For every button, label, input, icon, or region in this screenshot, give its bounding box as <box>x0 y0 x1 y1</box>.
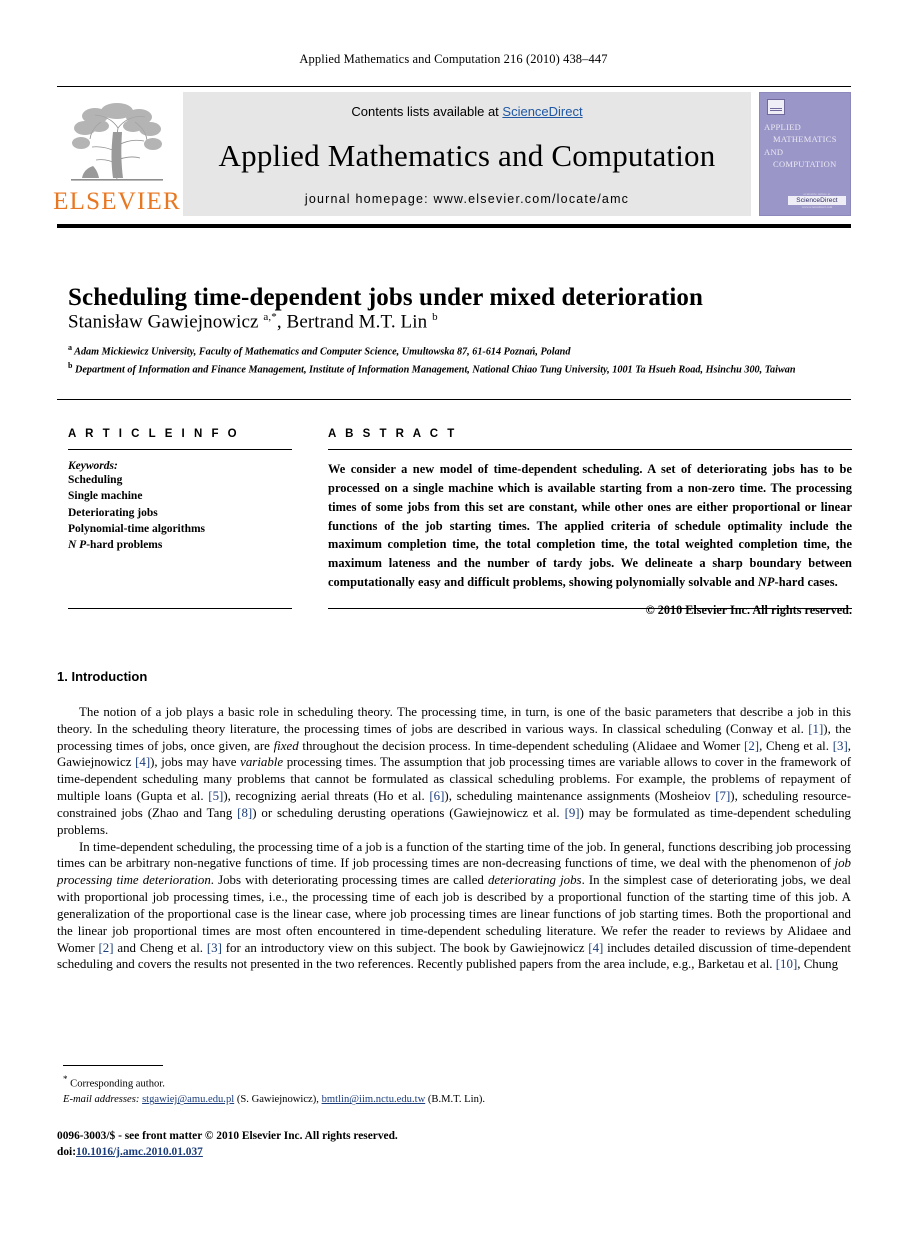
masthead-bottom-rule <box>57 224 851 228</box>
affiliations: a Adam Mickiewicz University, Faculty of… <box>68 342 848 378</box>
email-link-1[interactable]: stgawiej@amu.edu.pl <box>142 1094 234 1105</box>
journal-title: Applied Mathematics and Computation <box>218 138 716 173</box>
keyword-np-symbol: N P <box>68 539 87 552</box>
page-footer: 0096-3003/$ - see front matter © 2010 El… <box>57 1128 757 1160</box>
issn-copyright-line: 0096-3003/$ - see front matter © 2010 El… <box>57 1130 398 1142</box>
cover-badge-bottom: www.sciencedirect.com <box>801 205 833 209</box>
corresponding-author-text: Corresponding author. <box>70 1078 165 1090</box>
introduction-heading: 1. Introduction <box>57 669 148 684</box>
header-separator-rule <box>57 399 851 401</box>
article-title: Scheduling time-dependent jobs under mix… <box>68 283 704 311</box>
article-page: Applied Mathematics and Computation 216 … <box>0 0 907 1238</box>
journal-masthead: ELSEVIER Contents lists available at Sci… <box>53 86 851 216</box>
affiliation-b: b Department of Information and Finance … <box>68 361 796 376</box>
cover-sciencedirect-badge: available online at ScienceDirect www.sc… <box>788 192 846 209</box>
cover-title-text: APPLIED MATHEMATICS AND COMPUTATION <box>764 121 847 170</box>
email-link-2[interactable]: bmtlin@iim.nctu.edu.tw <box>322 1094 426 1105</box>
email-addresses-line: E-mail addresses: stgawiej@amu.edu.pl (S… <box>63 1092 763 1108</box>
contents-prefix: Contents lists available at <box>351 104 503 119</box>
introduction-body: The notion of a job plays a basic role i… <box>57 704 851 973</box>
corresponding-author-note: * Corresponding author. <box>63 1073 763 1092</box>
contents-available-line: Contents lists available at ScienceDirec… <box>351 104 582 119</box>
footnote-rule <box>63 1065 163 1066</box>
running-head: Applied Mathematics and Computation 216 … <box>299 52 608 66</box>
keywords-label: Keywords: <box>68 460 118 472</box>
journal-banner: Contents lists available at ScienceDirec… <box>183 92 751 216</box>
doi-line: doi:10.1016/j.amc.2010.01.037 <box>57 1144 757 1160</box>
asterisk-icon: * <box>63 1074 68 1084</box>
elsevier-logo: ELSEVIER <box>53 92 180 216</box>
email-owner-1: (S. Gawiejnowicz), <box>236 1094 319 1106</box>
elsevier-tree-icon <box>71 103 163 181</box>
doi-link[interactable]: 10.1016/j.amc.2010.01.037 <box>76 1146 203 1158</box>
article-info-column: A R T I C L E I N F O Keywords: Scheduli… <box>68 428 292 554</box>
cover-title-line-3: AND <box>764 146 784 157</box>
doi-label: doi: <box>57 1146 76 1159</box>
sciencedirect-link[interactable]: ScienceDirect <box>502 104 582 119</box>
footnote-block: * Corresponding author. E-mail addresses… <box>63 1073 763 1108</box>
journal-cover-thumbnail[interactable]: APPLIED MATHEMATICS AND COMPUTATION avai… <box>759 92 851 216</box>
journal-homepage-line[interactable]: journal homepage: www.elsevier.com/locat… <box>305 192 629 206</box>
keyword-item: Polynomial-time algorithms <box>68 522 206 535</box>
abstract-heading: A B S T R A C T <box>328 428 458 440</box>
author-list: Stanisław Gawiejnowicz a,*, Bertrand M.T… <box>68 311 438 333</box>
affiliation-a: a Adam Mickiewicz University, Faculty of… <box>68 343 571 358</box>
abstract-column: A B S T R A C T We consider a new model … <box>328 428 852 618</box>
abstract-text: We consider a new model of time-dependen… <box>328 462 852 590</box>
intro-paragraph-2: In time-dependent scheduling, the proces… <box>57 839 851 972</box>
info-bottom-rule <box>68 608 292 609</box>
copyright-line: © 2010 Elsevier Inc. All rights reserved… <box>645 602 852 617</box>
cover-publisher-mark-icon <box>767 99 785 115</box>
keyword-item: Deteriorating jobs <box>68 506 158 519</box>
keywords-list: Scheduling Single machine Deteriorating … <box>68 472 292 554</box>
keyword-item: N P-hard problems <box>68 537 292 553</box>
email-label: E-mail addresses: <box>63 1094 140 1106</box>
keyword-item: Scheduling <box>68 474 123 486</box>
abstract-rule <box>328 449 852 450</box>
cover-title-line-1: APPLIED <box>764 122 802 132</box>
cover-title-line-2: MATHEMATICS <box>773 134 837 145</box>
article-info-rule <box>68 449 292 450</box>
intro-paragraph-1: The notion of a job plays a basic role i… <box>57 705 852 837</box>
abstract-bottom-rule <box>328 608 852 609</box>
cover-badge-mid: ScienceDirect <box>788 196 846 205</box>
keyword-item: Single machine <box>68 490 143 503</box>
keyword-np-suffix: -hard problems <box>86 539 163 552</box>
cover-title-line-4: COMPUTATION <box>773 158 837 169</box>
article-info-heading: A R T I C L E I N F O <box>68 428 240 440</box>
elsevier-wordmark: ELSEVIER <box>53 188 181 215</box>
email-owner-2: (B.M.T. Lin). <box>427 1094 486 1106</box>
